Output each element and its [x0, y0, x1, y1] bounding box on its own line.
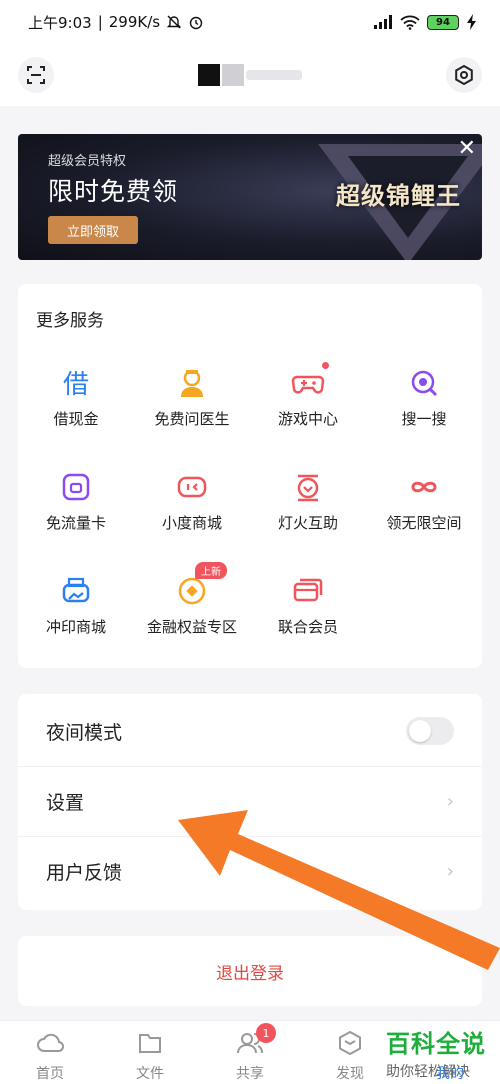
- night-mode-row: 夜间模式: [18, 696, 482, 766]
- gamepad-icon: [291, 362, 329, 400]
- banner-subtitle: 超级会员特权: [48, 154, 127, 169]
- cards-icon: [291, 574, 325, 608]
- banner-promo-logo: 超级锦鲤王: [336, 182, 461, 210]
- tab-discover[interactable]: 发现: [300, 1029, 400, 1083]
- scan-button[interactable]: [18, 57, 54, 93]
- service-game-center[interactable]: 游戏中心: [250, 362, 366, 429]
- settings-gear-button[interactable]: [446, 57, 482, 93]
- search-icon: [407, 366, 441, 400]
- xiaodu-icon: [175, 470, 209, 504]
- service-search[interactable]: 搜一搜: [366, 366, 482, 429]
- charging-icon: [467, 14, 476, 30]
- account-name-redacted[interactable]: [198, 64, 302, 86]
- mute-icon: [166, 15, 182, 29]
- chevron-right-icon: ›: [446, 791, 454, 812]
- services-title: 更多服务: [36, 311, 104, 331]
- service-xiaodu-mall[interactable]: 小度商城: [134, 470, 250, 533]
- service-data-card[interactable]: 免流量卡: [18, 470, 134, 533]
- profile-header: [0, 44, 500, 106]
- tab-share[interactable]: 1 共享: [200, 1023, 300, 1083]
- service-borrow-cash[interactable]: 借 借现金: [18, 366, 134, 429]
- mutual-aid-icon: [291, 470, 325, 504]
- service-unlimited-space[interactable]: 领无限空间: [366, 470, 482, 533]
- service-mutual-aid[interactable]: 灯火互助: [250, 470, 366, 533]
- coin-icon: 上新: [175, 562, 227, 608]
- settings-label: 设置: [46, 792, 85, 814]
- status-speed: 299K/s: [108, 13, 161, 31]
- battery-indicator: 94: [427, 14, 459, 30]
- settings-row[interactable]: 设置 ›: [18, 766, 482, 836]
- banner-close-icon[interactable]: ✕: [458, 136, 476, 161]
- borrow-cash-icon: 借: [59, 366, 93, 400]
- feedback-label: 用户反馈: [46, 862, 123, 884]
- chevron-right-icon: ›: [446, 861, 454, 882]
- sim-card-icon: [59, 470, 93, 504]
- night-mode-toggle[interactable]: [406, 717, 454, 745]
- banner-claim-button[interactable]: 立即领取: [48, 216, 138, 244]
- infinity-icon: [407, 470, 441, 504]
- share-badge: 1: [256, 1023, 276, 1043]
- signal-icon: [374, 15, 392, 29]
- people-icon: 1: [236, 1023, 276, 1057]
- logout-button[interactable]: 退出登录: [18, 936, 482, 1006]
- service-print-mall[interactable]: 冲印商城: [18, 574, 134, 637]
- gear-icon: [455, 65, 473, 85]
- settings-list-card: 夜间模式 设置 › 用户反馈 ›: [18, 694, 482, 910]
- cube-icon: [336, 1029, 364, 1057]
- status-time: 上午9:03: [28, 13, 92, 32]
- watermark: 百科全说 助你轻松解决: [386, 1024, 486, 1081]
- night-mode-label: 夜间模式: [46, 721, 123, 744]
- cloud-icon: [36, 1029, 65, 1057]
- folder-icon: [136, 1029, 164, 1057]
- service-free-doctor[interactable]: 免费问医生: [134, 366, 250, 429]
- scan-icon: [27, 66, 45, 84]
- doctor-icon: [175, 366, 209, 400]
- new-badge: 上新: [195, 562, 227, 579]
- banner-headline: 限时免费领: [48, 177, 179, 206]
- status-bar: 上午9:03 | 299K/s 94: [0, 0, 500, 44]
- alarm-icon: [189, 16, 203, 30]
- more-services-card: 更多服务 借 借现金 免费问医生 游戏中心 搜一搜 免流量卡 小度商城 灯火互助…: [18, 284, 482, 668]
- printer-icon: [59, 574, 93, 608]
- watermark-subtitle: 助你轻松解决: [386, 1064, 470, 1080]
- watermark-title: 百科全说: [386, 1030, 486, 1058]
- promo-banner[interactable]: 超级会员特权 限时免费领 立即领取 超级锦鲤王 ✕: [18, 134, 482, 260]
- svg-text:借: 借: [63, 370, 89, 400]
- wifi-icon: [400, 15, 420, 30]
- tab-files[interactable]: 文件: [100, 1029, 200, 1083]
- notification-dot: [322, 362, 329, 369]
- feedback-row[interactable]: 用户反馈 ›: [18, 836, 482, 906]
- service-finance-zone[interactable]: 上新 金融权益专区: [134, 562, 250, 637]
- service-joint-membership[interactable]: 联合会员: [250, 574, 366, 637]
- tab-home[interactable]: 首页: [0, 1029, 100, 1083]
